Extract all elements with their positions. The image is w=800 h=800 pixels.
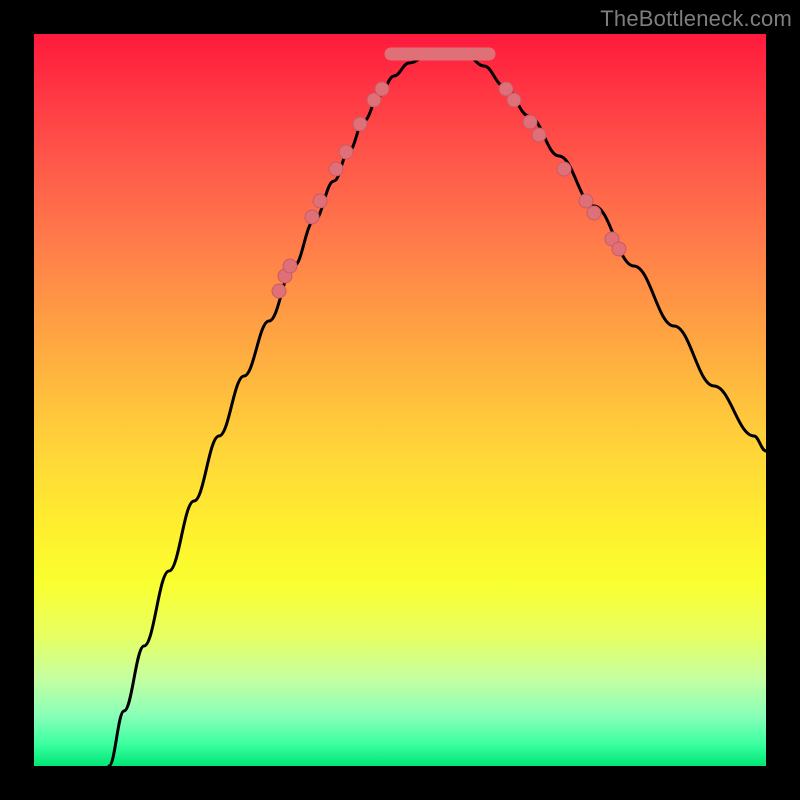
chart-frame: TheBottleneck.com [0, 0, 800, 800]
bottleneck-curve [109, 53, 766, 766]
data-dots [272, 82, 626, 298]
watermark-text: TheBottleneck.com [600, 6, 792, 32]
plot-area [34, 34, 766, 766]
curve-layer [34, 34, 766, 766]
